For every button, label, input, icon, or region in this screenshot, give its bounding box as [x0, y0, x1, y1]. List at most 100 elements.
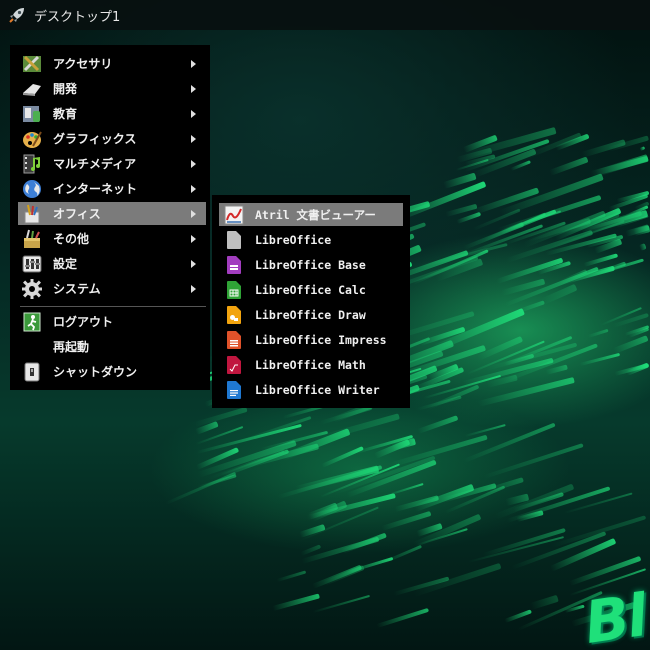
submenu-item-label: LibreOffice Draw — [255, 307, 366, 322]
other-icon — [21, 228, 43, 250]
wallpaper-streak — [417, 415, 459, 435]
submenu-item-libreoffice-impress[interactable]: LibreOffice Impress — [219, 328, 403, 351]
submenu-item-libreoffice-draw[interactable]: LibreOffice Draw — [219, 303, 403, 326]
wallpaper-streak — [412, 562, 502, 597]
system-gear-icon — [21, 278, 43, 300]
office-icon — [21, 203, 43, 225]
submenu-item-label: LibreOffice Math — [255, 357, 366, 372]
menu-item-label: ログアウト — [53, 315, 114, 329]
submenu-arrow-icon — [191, 260, 196, 268]
wallpaper-streak — [548, 156, 590, 177]
wallpaper-streak — [612, 335, 649, 355]
settings-icon — [21, 253, 43, 275]
menu-item-label: 教育 — [53, 107, 78, 121]
libreoffice-impress-icon — [223, 329, 245, 351]
menu-item-system[interactable]: システム — [18, 277, 206, 300]
libreoffice-calc-icon — [223, 279, 245, 301]
submenu-item-atril[interactable]: Atril 文書ビューアー — [219, 203, 403, 226]
submenu-item-libreoffice-math[interactable]: LibreOffice Math — [219, 353, 403, 376]
development-icon — [21, 78, 43, 100]
menu-item-development[interactable]: 開発 — [18, 77, 206, 100]
wallpaper-streak — [467, 536, 565, 564]
submenu-item-label: LibreOffice — [255, 232, 332, 247]
wallpaper-streak — [639, 318, 641, 324]
submenu-item-label: LibreOffice Calc — [255, 282, 366, 297]
wallpaper-streak — [639, 166, 641, 171]
wallpaper-streak — [579, 352, 620, 366]
menu-item-internet[interactable]: インターネット — [18, 177, 206, 200]
wallpaper-streak — [638, 243, 648, 252]
wallpaper-streak — [639, 250, 641, 256]
libreoffice-writer-icon — [223, 379, 245, 401]
submenu-arrow-icon — [191, 210, 196, 218]
wallpaper-streak — [639, 185, 641, 190]
wallpaper-streak — [580, 139, 626, 159]
wallpaper-streak — [551, 515, 647, 548]
menu-item-label: その他 — [53, 232, 90, 246]
wallpaper-streak — [516, 510, 544, 523]
education-icon — [21, 103, 43, 125]
wallpaper-streak — [529, 594, 559, 610]
wallpaper-streak — [639, 273, 641, 276]
wallpaper-streak — [515, 300, 546, 315]
wallpaper-streak — [639, 146, 646, 152]
submenu-arrow-icon — [191, 110, 196, 118]
menu-item-label: グラフィックス — [53, 132, 137, 146]
menu-item-shutdown[interactable]: シャットダウン — [18, 360, 206, 383]
wallpaper-streak — [321, 445, 364, 468]
desktop-name[interactable]: デスクトップ1 — [34, 6, 120, 25]
wallpaper-streak — [272, 593, 320, 612]
wallpaper-brand-text: Bl — [580, 581, 650, 650]
submenu-arrow-icon — [191, 285, 196, 293]
submenu-item-label: LibreOffice Writer — [255, 382, 380, 397]
menu-item-reboot[interactable]: 再起動 — [18, 335, 206, 358]
multimedia-icon — [21, 153, 43, 175]
internet-globe-icon — [21, 178, 43, 200]
wallpaper-streak — [587, 328, 609, 338]
menu-item-other[interactable]: その他 — [18, 227, 206, 250]
submenu-item-label: LibreOffice Base — [255, 257, 366, 272]
wallpaper-streak — [276, 570, 307, 582]
rocket-icon[interactable] — [4, 2, 30, 28]
libreoffice-math-icon — [223, 354, 245, 376]
menu-separator — [20, 306, 206, 307]
atril-icon — [223, 204, 245, 226]
submenu-item-libreoffice-base[interactable]: LibreOffice Base — [219, 253, 403, 276]
wallpaper-streak — [639, 270, 641, 275]
wallpaper-streak — [312, 595, 371, 614]
wallpaper-streak — [611, 312, 649, 328]
menu-item-graphics[interactable]: グラフィックス — [18, 127, 206, 150]
reboot-icon — [21, 336, 43, 358]
office-submenu: Atril 文書ビューアー LibreOffice LibreOffice Ba… — [212, 195, 410, 408]
top-panel: デスクトップ1 — [0, 0, 650, 30]
submenu-item-label: Atril 文書ビューアー — [255, 207, 376, 222]
wallpaper-streak — [639, 376, 641, 383]
menu-item-logout[interactable]: ログアウト — [18, 310, 206, 333]
wallpaper-streak — [323, 564, 366, 587]
libreoffice-draw-icon — [223, 304, 245, 326]
submenu-arrow-icon — [191, 60, 196, 68]
submenu-item-libreoffice-calc[interactable]: LibreOffice Calc — [219, 278, 403, 301]
menu-item-label: オフィス — [53, 207, 101, 221]
submenu-item-libreoffice-writer[interactable]: LibreOffice Writer — [219, 378, 403, 401]
submenu-item-libreoffice[interactable]: LibreOffice — [219, 228, 403, 251]
menu-item-accessories[interactable]: アクセサリ — [18, 52, 206, 75]
wallpaper-streak — [564, 492, 634, 515]
libreoffice-icon — [223, 229, 245, 251]
menu-item-office[interactable]: オフィス — [18, 202, 206, 225]
logout-icon — [21, 311, 43, 333]
menu-item-label: システム — [53, 282, 101, 296]
wallpaper-streak — [633, 225, 650, 237]
menu-item-label: インターネット — [53, 182, 138, 196]
menu-item-multimedia[interactable]: マルチメディア — [18, 152, 206, 175]
menu-item-education[interactable]: 教育 — [18, 102, 206, 125]
wallpaper-streak — [504, 609, 532, 623]
wallpaper-streak — [558, 258, 644, 286]
accessories-icon — [21, 53, 43, 75]
menu-item-settings[interactable]: 設定 — [18, 252, 206, 275]
menu-item-label: アクセサリ — [53, 57, 113, 71]
menu-item-label: マルチメディア — [53, 157, 137, 171]
libreoffice-base-icon — [223, 254, 245, 276]
submenu-arrow-icon — [191, 185, 196, 193]
submenu-arrow-icon — [191, 135, 196, 143]
